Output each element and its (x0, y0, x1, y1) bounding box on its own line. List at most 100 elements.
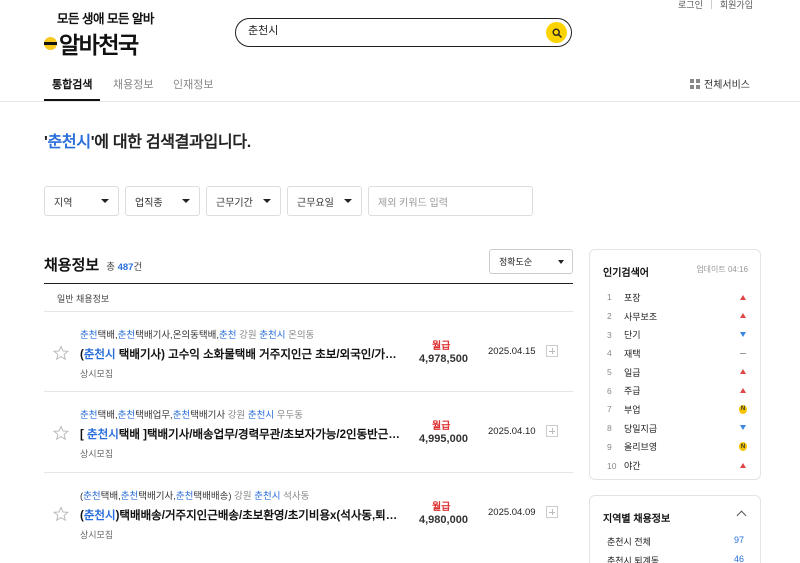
job-title[interactable]: [ 춘천시택배 ]택배기사/배송업무/경력무관/초보자가능/2인동반근무가능 (80, 426, 405, 442)
rank-number: 2 (607, 311, 612, 322)
signup-link[interactable]: 회원가입 (720, 0, 753, 11)
star-icon[interactable] (53, 506, 69, 522)
period-filter-label: 근무기간 (216, 197, 253, 209)
job-list-item[interactable]: (춘천택배,춘천택배기사,춘천택배배송) 강원 춘천시 석사동 (춘천시)택배배… (44, 472, 573, 552)
job-location: 강원 춘천시 석사동 (231, 491, 309, 502)
popular-keyword-item[interactable]: 5 일급 (607, 363, 747, 382)
caret-down-icon (101, 199, 109, 203)
trend-indicator (739, 386, 747, 394)
keyword-label: 부업 (624, 404, 641, 415)
regional-row[interactable]: 춘천시 퇴계동 46 (607, 554, 744, 563)
trend-indicator (739, 312, 747, 320)
page-title: '춘천시'에 대한 검색결과입니다. (44, 128, 251, 152)
count-value: 487 (117, 262, 134, 273)
rank-same-icon (740, 352, 746, 354)
region-filter[interactable]: 지역 (44, 186, 119, 216)
regional-row[interactable]: 춘천시 전체 97 (607, 535, 744, 548)
rank-number: 10 (607, 460, 617, 471)
days-filter[interactable]: 근무요일 (287, 186, 362, 216)
trend-indicator (739, 368, 747, 376)
popular-keyword-item[interactable]: 9 올리브영 N (607, 438, 747, 457)
top-links: 로그인 회원가입 (678, 0, 753, 11)
divider (710, 0, 712, 9)
regional-row-label: 춘천시 전체 (607, 537, 651, 547)
title-segment: 춘천시 (83, 349, 116, 361)
tab-jobs[interactable]: 채용정보 (113, 76, 153, 92)
search-input[interactable] (248, 24, 518, 36)
login-link[interactable]: 로그인 (678, 0, 703, 11)
tag-segment: 택배, (97, 410, 118, 421)
tag-segment: 춘천 (83, 491, 101, 502)
title-segment: 택배기사) 고수익 소화물택배 거주지인근 초보/외국인/가족/동반 (115, 349, 405, 361)
popular-keyword-item[interactable]: 10 야간 (607, 456, 747, 475)
active-tab-indicator (44, 99, 100, 101)
job-tags: (춘천택배,춘천택배기사,춘천택배배송) 강원 춘천시 석사동 (80, 488, 309, 502)
tab-talent[interactable]: 인재정보 (173, 76, 213, 92)
tag-segment: 택배업무, (135, 410, 173, 421)
plus-icon[interactable] (546, 345, 558, 357)
listing-title: 채용정보 (44, 257, 100, 274)
trend-indicator (739, 349, 747, 357)
new-badge-icon: N (739, 404, 747, 414)
logo[interactable]: 모든 생애 모든 알바 알바천국 (44, 8, 154, 60)
title-segment: )택배배송/거주지인근배송/초보환영/초기비용x(석사동,퇴계동,... (115, 510, 405, 522)
pay-amount: 4,980,000 (419, 514, 468, 526)
job-recruit-status: 상시모집 (80, 530, 114, 540)
keyword-label: 올리브영 (624, 442, 658, 453)
search-bar (235, 18, 572, 47)
keyword-label: 사무보조 (624, 311, 658, 322)
loc-segment: 춘천시 (259, 330, 286, 341)
popular-keyword-item[interactable]: 3 단기 (607, 325, 747, 344)
title-segment: 택배 ]택배기사/배송업무/경력무관/초보자가능/2인동반근무가능 (118, 429, 405, 441)
plus-icon[interactable] (546, 425, 558, 437)
trend-indicator (739, 293, 747, 301)
star-icon[interactable] (53, 425, 69, 441)
job-tags: 춘천택배,춘천택배업무,춘천택배기사 강원 춘천시 우두동 (80, 407, 303, 421)
rank-up-icon (740, 369, 746, 375)
loc-segment: 석사동 (280, 491, 310, 502)
popular-keyword-item[interactable]: 7 부업 N (607, 400, 747, 419)
rank-number: 7 (607, 404, 612, 415)
trend-indicator: N (739, 404, 747, 414)
job-recruit-status: 상시모집 (80, 369, 114, 379)
job-date: 2025.04.09 (488, 507, 536, 518)
rank-up-icon (740, 387, 746, 393)
job-title[interactable]: (춘천시 택배기사) 고수익 소화물택배 거주지인근 초보/외국인/가족/동반 (80, 346, 405, 362)
job-type-filter[interactable]: 업직종 (125, 186, 200, 216)
job-list-item[interactable]: 춘천택배,춘천택배기사,온의동택배,춘천 강원 춘천시 온의동 (춘천시 택배기… (44, 311, 573, 391)
rank-number: 1 (607, 292, 612, 303)
listing-count: 총 487건 (106, 259, 142, 273)
chevron-up-icon[interactable] (736, 510, 747, 521)
popular-keyword-item[interactable]: 1 포장 (607, 288, 747, 307)
loc-segment: 우두동 (274, 410, 304, 421)
search-icon (551, 27, 562, 38)
period-filter[interactable]: 근무기간 (206, 186, 281, 216)
caret-down-icon (182, 199, 190, 203)
exclude-keyword-input[interactable]: 제외 키워드 입력 (368, 186, 533, 216)
star-icon[interactable] (53, 345, 69, 361)
sort-select[interactable]: 정확도순 (489, 249, 573, 274)
popular-keyword-item[interactable]: 2 사무보조 (607, 307, 747, 326)
job-title[interactable]: (춘천시)택배배송/거주지인근배송/초보환영/초기비용x(석사동,퇴계동,... (80, 507, 405, 523)
tag-segment: 춘천 (172, 410, 191, 421)
all-services-button[interactable]: 전체서비스 (690, 76, 750, 91)
tab-all[interactable]: 통합검색 (52, 76, 92, 92)
job-type-filter-label: 업직종 (135, 197, 163, 209)
keyword-label: 포장 (624, 292, 641, 303)
job-list-item[interactable]: 춘천택배,춘천택배업무,춘천택배기사 강원 춘천시 우두동 [ 춘천시택배 ]택… (44, 391, 573, 471)
pay-amount: 4,995,000 (419, 433, 468, 445)
search-button[interactable] (546, 22, 567, 43)
rank-number: 3 (607, 329, 612, 340)
popular-keyword-item[interactable]: 8 당일지급 (607, 419, 747, 438)
tag-segment: 택배기사 (190, 410, 226, 421)
plus-icon[interactable] (546, 506, 558, 518)
rank-down-icon (740, 425, 746, 431)
keyword-label: 야간 (624, 461, 641, 472)
popular-keyword-item[interactable]: 4 재택 (607, 344, 747, 363)
keyword-label: 단기 (624, 330, 641, 341)
job-location: 강원 춘천시 우두동 (225, 410, 303, 421)
caret-down-icon (263, 199, 271, 203)
popular-keyword-item[interactable]: 6 주급 (607, 381, 747, 400)
rank-up-icon (740, 462, 746, 468)
grid-icon (690, 78, 700, 89)
